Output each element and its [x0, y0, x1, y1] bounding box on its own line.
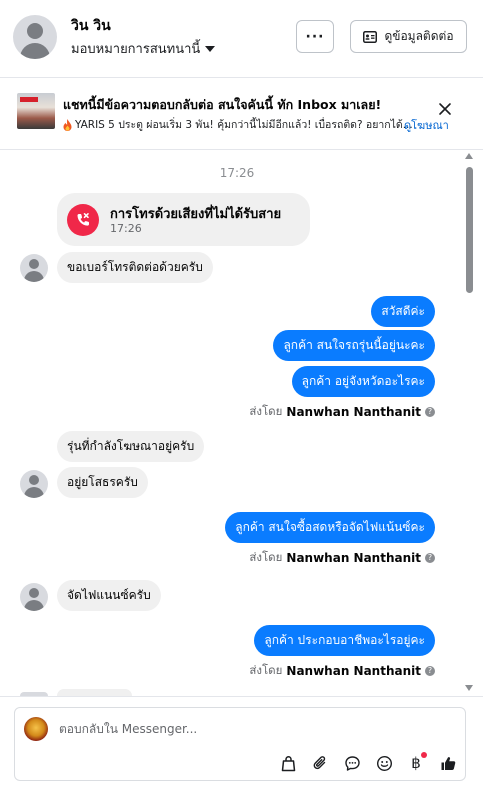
contact-name[interactable]: วิน วิน [71, 15, 111, 37]
bag-icon[interactable] [277, 752, 299, 774]
fire-icon [63, 118, 72, 131]
sent-by-prefix: ส่งโดย [249, 663, 283, 677]
contact-card-icon [363, 30, 378, 43]
missed-call-time: 17:26 [110, 222, 142, 235]
ad-thumbnail[interactable] [17, 93, 55, 129]
reply-input[interactable] [59, 719, 439, 739]
sender-avatar[interactable] [20, 583, 48, 611]
info-icon[interactable]: ? [425, 553, 435, 563]
baht-icon[interactable]: ฿ [405, 752, 427, 774]
smile-icon[interactable] [373, 752, 395, 774]
close-icon[interactable] [438, 102, 452, 116]
view-contact-info-button[interactable]: ดูข้อมูลติดต่อ [350, 20, 467, 53]
incoming-message[interactable]: อยู่ยโสธรครับ [57, 467, 148, 498]
page-avatar [24, 717, 48, 741]
ad-banner: แชทนี้มีข้อความตอบกลับต่อ สนใจคันนี้ ทัก… [0, 78, 483, 150]
sent-by-name[interactable]: Nanwhan Nanthanit [286, 405, 421, 419]
info-icon[interactable]: ? [425, 407, 435, 417]
ad-subtitle-text: YARIS 5 ประตู ผ่อนเริ่ม 3 พัน! คุ้มกว่าน… [75, 119, 413, 131]
notification-dot [421, 752, 427, 758]
outgoing-message[interactable]: ลูกค้า อยู่จังหวัดอะไรคะ [291, 366, 435, 397]
divider [0, 696, 483, 697]
conversation-header: วิน วิน มอบหมายการสนทนานี้ ··· ดูข้อมูลต… [0, 0, 483, 78]
outgoing-message[interactable]: ลูกค้า สนใจรถรุ่นนี้อยู่นะคะ [273, 330, 435, 361]
outgoing-message[interactable]: ลูกค้า ประกอบอาชีพอะไรอยู่คะ [254, 625, 435, 656]
sent-by-line: ส่งโดย Nanwhan Nanthanit ? [249, 403, 435, 421]
contact-avatar[interactable] [13, 15, 57, 59]
sent-by-prefix: ส่งโดย [249, 550, 283, 564]
ad-title: แชทนี้มีข้อความตอบกลับต่อ สนใจคันนี้ ทัก… [63, 97, 382, 112]
chat-bubble-icon[interactable] [341, 752, 363, 774]
sent-by-name[interactable]: Nanwhan Nanthanit [286, 664, 421, 678]
incoming-message[interactable]: รุ่นที่กำลังโฆษณาอยู่ครับ [57, 431, 205, 462]
thumbs-up-icon[interactable] [437, 752, 459, 774]
sender-avatar[interactable] [20, 254, 48, 282]
scrollbar-thumb[interactable] [466, 167, 473, 293]
missed-call-card[interactable]: การโทรด้วยเสียงที่ไม่ได้รับสาย 17:26 [57, 193, 310, 246]
reply-composer: ฿ [14, 707, 466, 781]
chat-timestamp: 17:26 [219, 166, 255, 180]
baht-symbol: ฿ [411, 754, 421, 772]
sent-by-line: ส่งโดย Nanwhan Nanthanit ? [249, 549, 435, 567]
incoming-message [57, 689, 132, 696]
scroll-down-arrow-icon[interactable] [465, 685, 473, 691]
ad-subtitle: YARIS 5 ประตู ผ่อนเริ่ม 3 พัน! คุ้มกว่าน… [63, 116, 413, 133]
incoming-message[interactable]: จัดไฟแนนซ์ครับ [57, 580, 161, 611]
sent-by-line: ส่งโดย Nanwhan Nanthanit ? [249, 662, 435, 680]
sent-by-prefix: ส่งโดย [249, 404, 283, 418]
more-options-button[interactable]: ··· [296, 20, 334, 53]
more-label: ··· [305, 28, 325, 45]
contact-info-label: ดูข้อมูลติดต่อ [384, 29, 454, 43]
incoming-message[interactable]: ขอเบอร์โทรติดต่อด้วยครับ [57, 252, 213, 283]
composer-toolbar: ฿ [277, 752, 459, 774]
assign-label: มอบหมายการสนทนานี้ [71, 42, 201, 57]
caret-down-icon [205, 46, 216, 52]
missed-call-icon [67, 204, 99, 236]
missed-call-title: การโทรด้วยเสียงที่ไม่ได้รับสาย [110, 207, 282, 222]
outgoing-message[interactable]: ลูกค้า สนใจซื้อสดหรือจัดไฟแน้นซ์คะ [225, 512, 435, 543]
paperclip-icon[interactable] [309, 752, 331, 774]
outgoing-message[interactable]: สวัสดีค่ะ [371, 296, 435, 327]
scroll-up-arrow-icon[interactable] [465, 153, 473, 159]
info-icon[interactable]: ? [425, 666, 435, 676]
sender-avatar[interactable] [20, 470, 48, 498]
sent-by-name[interactable]: Nanwhan Nanthanit [286, 551, 421, 565]
assign-conversation-dropdown[interactable]: มอบหมายการสนทนานี้ [71, 38, 216, 59]
view-ad-link[interactable]: ดูโฆษณา [404, 116, 449, 134]
